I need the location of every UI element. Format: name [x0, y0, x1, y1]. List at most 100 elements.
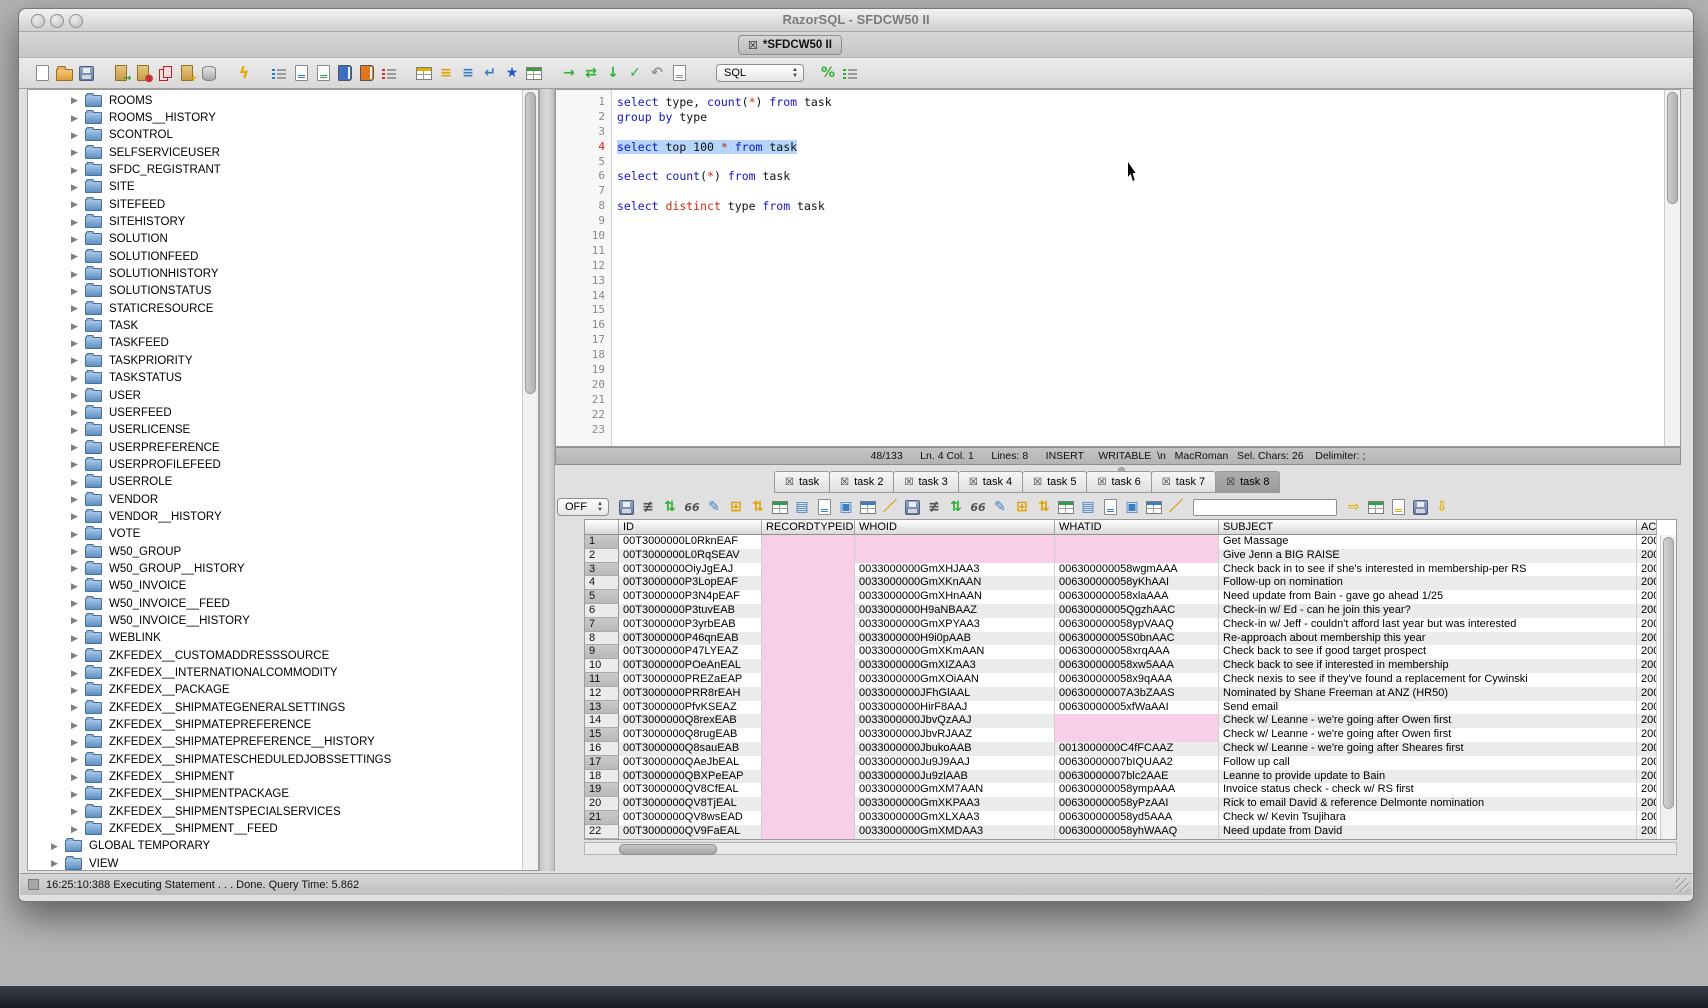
result-tab[interactable]: ☒task 6	[1086, 471, 1151, 493]
disclosure-triangle-icon[interactable]: ▶	[70, 425, 79, 436]
close-connections-icon[interactable]	[156, 64, 175, 83]
table-cell[interactable]: 00T3000000P46qnEAB	[619, 632, 762, 646]
table-cell[interactable]: 0033000000GmXLXAA3	[855, 811, 1055, 825]
table-cell[interactable]: 006300000058yKhAAI	[1055, 576, 1219, 590]
table-cell[interactable]: 200	[1637, 742, 1657, 756]
tree-item[interactable]: ▶USERPROFILEFEED	[28, 456, 538, 473]
export-results-icon[interactable]	[1367, 498, 1386, 517]
table-cell[interactable]	[762, 632, 855, 646]
auto-describe-icon[interactable]: %	[819, 64, 838, 83]
results-list-icon[interactable]	[841, 64, 860, 83]
table-cell[interactable]	[762, 673, 855, 687]
fetch-down-icon[interactable]: ↓	[604, 64, 623, 83]
result-tab[interactable]: ☒task 5	[1022, 471, 1087, 493]
table-cell[interactable]: 200	[1637, 618, 1657, 632]
table-cell[interactable]	[1055, 714, 1219, 728]
query-history-icon[interactable]	[380, 64, 399, 83]
table-cell[interactable]: Re-approach about membership this year	[1219, 632, 1637, 646]
table-cell[interactable]	[762, 604, 855, 618]
refresh-objects-icon[interactable]	[314, 64, 333, 83]
table-row[interactable]: 1100T3000000PREZaEAP0033000000GmXOiAAN00…	[585, 673, 1676, 687]
table-cell[interactable]: 0033000000Ju9zlAAB	[855, 770, 1055, 784]
copy-table-icon[interactable]	[859, 498, 878, 517]
table-cell[interactable]: 200	[1637, 604, 1657, 618]
tree-item[interactable]: ▶TASK	[28, 317, 538, 334]
tree-item[interactable]: ▶SOLUTION	[28, 231, 538, 248]
new-result-window-icon[interactable]	[1101, 498, 1120, 517]
close-tab-icon[interactable]: ☒	[904, 477, 913, 488]
row-number-cell[interactable]: 5	[585, 590, 619, 604]
disclosure-triangle-icon[interactable]: ▶	[70, 789, 79, 800]
table-cell[interactable]: Check w/ Leanne - we're going after Shea…	[1219, 742, 1637, 756]
table-cell[interactable]	[762, 714, 855, 728]
tree-item[interactable]: ▶USERROLE	[28, 474, 538, 491]
disclosure-triangle-icon[interactable]: ▶	[70, 113, 79, 124]
save-results-icon[interactable]	[617, 498, 636, 517]
tree-item[interactable]: ▶ZKFEDEX__SHIPMATEPREFERENCE	[28, 716, 538, 733]
database-browser-icon[interactable]	[336, 64, 355, 83]
tree-item[interactable]: ▶ZKFEDEX__SHIPMATEPREFERENCE__HISTORY	[28, 734, 538, 751]
table-cell[interactable]: Send email	[1219, 701, 1637, 715]
row-number-cell[interactable]: 1	[585, 535, 619, 549]
row-number-cell[interactable]: 13	[585, 701, 619, 715]
disclosure-triangle-icon[interactable]: ▶	[70, 511, 79, 522]
tree-item[interactable]: ▶USER	[28, 387, 538, 404]
tree-item[interactable]: ▶ZKFEDEX__SHIPMENTSPECIALSERVICES	[28, 803, 538, 820]
tree-item[interactable]: ▶SELFSERVICEUSER	[28, 144, 538, 161]
table-cell[interactable]: 200	[1637, 770, 1657, 784]
table-row[interactable]: 200T3000000L0RqSEAVGive Jenn a BIG RAISE…	[585, 549, 1676, 563]
resize-grip[interactable]	[1675, 878, 1689, 892]
table-cell[interactable]: Check back to see if good target prospec…	[1219, 645, 1637, 659]
table-cell[interactable]: 00T3000000Q8sauEAB	[619, 742, 762, 756]
table-cell[interactable]: Check w/ Leanne - we're going after Owen…	[1219, 714, 1637, 728]
row-number-cell[interactable]: 10	[585, 659, 619, 673]
tree-item[interactable]: ▶SFDC_REGISTRANT	[28, 161, 538, 178]
table-cell[interactable]: 00T3000000L0RknEAF	[619, 535, 762, 549]
table-cell[interactable]	[762, 756, 855, 770]
filter-results-icon[interactable]: ≢	[639, 498, 658, 517]
insert-row-icon[interactable]: ⊞	[1013, 498, 1032, 517]
commit-check-icon[interactable]: ✓	[626, 64, 645, 83]
table-cell[interactable]	[762, 811, 855, 825]
table-cell[interactable]: 006300000058x9qAAA	[1055, 673, 1219, 687]
disclosure-triangle-icon[interactable]: ▶	[70, 217, 79, 228]
table-cell[interactable]: 0033000000GmXIZAA3	[855, 659, 1055, 673]
disclosure-triangle-icon[interactable]: ▶	[70, 95, 79, 106]
table-cell[interactable]	[762, 618, 855, 632]
describe-table-icon[interactable]	[270, 64, 289, 83]
table-row[interactable]: 2200T3000000QV9FaEAL0033000000GmXMDAA300…	[585, 825, 1676, 839]
table-cell[interactable]	[762, 783, 855, 797]
edit-cell-icon[interactable]: ✎	[705, 498, 724, 517]
import-table-icon[interactable]	[525, 64, 544, 83]
edit-table-icon[interactable]	[292, 64, 311, 83]
format-sql-icon[interactable]: ≡	[437, 64, 456, 83]
table-row[interactable]: 400T3000000P3LopEAF0033000000GmXKnAAN006…	[585, 576, 1676, 590]
table-row[interactable]: 100T3000000L0RknEAFGet Massage200	[585, 535, 1676, 549]
row-number-cell[interactable]: 9	[585, 645, 619, 659]
table-cell[interactable]: 00T3000000QAeJbEAL	[619, 756, 762, 770]
disclosure-triangle-icon[interactable]: ▶	[70, 633, 79, 644]
table-cell[interactable]	[855, 549, 1055, 563]
table-cell[interactable]: 00T3000000P3yrbEAB	[619, 618, 762, 632]
table-cell[interactable]	[762, 728, 855, 742]
table-cell[interactable]: 006300000058xlaAAA	[1055, 590, 1219, 604]
table-cell[interactable]: Check w/ Leanne - we're going after Owen…	[1219, 728, 1637, 742]
row-number-cell[interactable]: 18	[585, 770, 619, 784]
table-cell[interactable]: 200	[1637, 659, 1657, 673]
disclosure-triangle-icon[interactable]: ▶	[70, 355, 79, 366]
table-cell[interactable]: 00T3000000POeAnEAL	[619, 659, 762, 673]
table-cell[interactable]: 200	[1637, 535, 1657, 549]
messages-icon[interactable]	[670, 64, 689, 83]
connect-icon[interactable]: →	[112, 64, 131, 83]
tree-item[interactable]: ▶TASKSTATUS	[28, 370, 538, 387]
table-row[interactable]: 1000T3000000POeAnEAL0033000000GmXIZAA300…	[585, 659, 1676, 673]
table-cell[interactable]: Check w/ Kevin Tsujihara	[1219, 811, 1637, 825]
window-titlebar[interactable]: RazorSQL - SFDCW50 II	[19, 9, 1693, 32]
table-cell[interactable]: Check back in to see if she's interested…	[1219, 563, 1637, 577]
table-refresh-icon[interactable]	[1057, 498, 1076, 517]
table-cell[interactable]: Invoice status check - check w/ RS first	[1219, 783, 1637, 797]
table-cell[interactable]: 0033000000GmXOiAAN	[855, 673, 1055, 687]
sort-rows-icon[interactable]: ⇅	[749, 498, 768, 517]
tree-item[interactable]: ▶W50_INVOICE__HISTORY	[28, 612, 538, 629]
table-cell[interactable]	[1055, 535, 1219, 549]
